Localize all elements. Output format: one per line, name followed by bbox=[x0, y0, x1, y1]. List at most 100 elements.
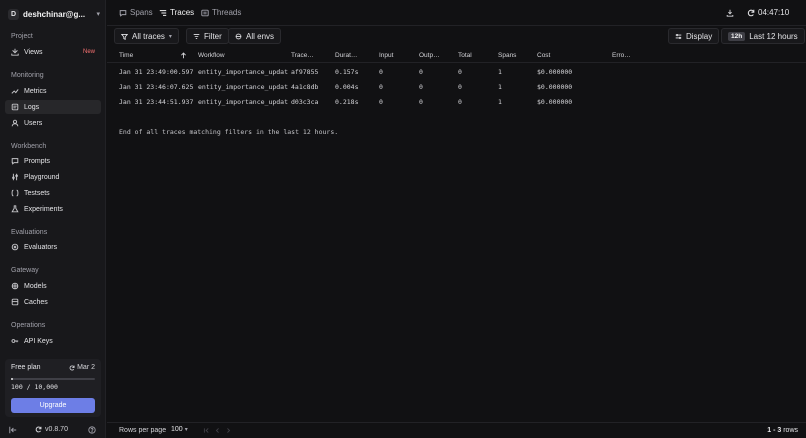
tab-traces[interactable]: Traces bbox=[159, 8, 194, 17]
column-header-time[interactable]: Time bbox=[119, 52, 133, 59]
column-header-trace[interactable]: Trace… bbox=[291, 52, 314, 59]
cell-total: 0 bbox=[458, 83, 462, 91]
chevron-down-icon: ▾ bbox=[96, 11, 100, 18]
time-range-chip: 12h bbox=[728, 31, 746, 41]
column-header-input[interactable]: Input bbox=[379, 52, 393, 59]
sidebar-item-label: Evaluators bbox=[24, 243, 58, 251]
all-traces-label: All traces bbox=[132, 31, 165, 41]
refresh-icon bbox=[35, 426, 42, 433]
environment-icon bbox=[235, 33, 242, 39]
sidebar-item-caches[interactable]: Caches bbox=[5, 295, 101, 309]
sidebar-item-label: API Keys bbox=[24, 337, 53, 345]
model-icon bbox=[11, 282, 19, 290]
display-button[interactable]: Display bbox=[668, 28, 720, 44]
cell-duration: 0.218s bbox=[335, 98, 359, 106]
sidebar-item-playground[interactable]: Playground bbox=[5, 170, 101, 184]
sidebar-item-views[interactable]: Views New bbox=[5, 45, 101, 59]
tab-spans[interactable]: Spans bbox=[119, 8, 153, 17]
cell-trace-id: 4a1c8db bbox=[291, 83, 319, 91]
refresh-icon bbox=[747, 9, 755, 16]
cell-workflow: entity_importance_update.t bbox=[198, 83, 288, 91]
sliders-icon bbox=[11, 173, 19, 181]
table-header: Time Workflow Trace… Durat… Input Outp… … bbox=[107, 48, 806, 63]
sidebar-item-label: Experiments bbox=[24, 205, 63, 213]
cell-input: 0 bbox=[379, 98, 383, 106]
filter-toolbar: All traces ▾ Filter All envs Display 12h… bbox=[107, 26, 806, 47]
section-title-gateway: Gateway bbox=[11, 267, 39, 274]
plan-usage-text: 100 / 10,000 bbox=[11, 383, 58, 391]
sidebar-item-prompts[interactable]: Prompts bbox=[5, 154, 101, 168]
help-icon[interactable] bbox=[88, 426, 96, 434]
prev-page-icon[interactable] bbox=[214, 427, 221, 434]
sort-arrow-up-icon[interactable] bbox=[180, 52, 187, 59]
sidebar: D deshchinar@g... ▾ Project Views New Mo… bbox=[0, 0, 106, 438]
time-range-label: Last 12 hours bbox=[749, 31, 798, 41]
cell-trace-id: af97855 bbox=[291, 68, 319, 76]
all-envs-button[interactable]: All envs bbox=[228, 28, 282, 44]
cell-time: Jan 31 23:46:07.625 bbox=[119, 83, 194, 91]
sidebar-item-users[interactable]: Users bbox=[5, 116, 101, 130]
app-window: D deshchinar@g... ▾ Project Views New Mo… bbox=[0, 0, 806, 438]
column-header-output[interactable]: Outp… bbox=[419, 52, 440, 59]
collapse-sidebar-icon[interactable] bbox=[9, 426, 17, 434]
refresh-clock[interactable]: 04:47:10 bbox=[747, 8, 789, 17]
plan-name: Free plan bbox=[11, 364, 41, 371]
sidebar-item-experiments[interactable]: Experiments bbox=[5, 202, 101, 216]
testset-icon bbox=[11, 189, 19, 197]
sidebar-item-evaluators[interactable]: Evaluators bbox=[5, 240, 101, 254]
traces-icon bbox=[159, 9, 167, 16]
cell-output: 0 bbox=[419, 98, 423, 106]
key-icon bbox=[11, 337, 19, 345]
rows-per-page-select[interactable]: 100 ▾ bbox=[171, 426, 188, 433]
section-title-project: Project bbox=[11, 33, 33, 40]
table-row[interactable]: Jan 31 23:44:51.937 entity_importance_up… bbox=[107, 94, 806, 109]
sidebar-item-label: Caches bbox=[24, 298, 48, 306]
sidebar-item-label: Users bbox=[24, 119, 43, 127]
table-row[interactable]: Jan 31 23:49:00.597 entity_importance_up… bbox=[107, 64, 806, 79]
sidebar-item-logs[interactable]: Logs bbox=[5, 100, 101, 114]
plan-renewal-date: Mar 2 bbox=[77, 364, 95, 371]
org-switcher[interactable]: D deshchinar@g... ▾ bbox=[8, 7, 100, 21]
cell-total: 0 bbox=[458, 98, 462, 106]
cell-output: 0 bbox=[419, 68, 423, 76]
filter-button[interactable]: Filter bbox=[186, 28, 229, 44]
top-bar: Spans Traces Threads 04:47:10 bbox=[107, 0, 806, 26]
table-row[interactable]: Jan 31 23:46:07.625 entity_importance_up… bbox=[107, 79, 806, 94]
chevron-down-icon: ▾ bbox=[184, 427, 188, 433]
sidebar-item-testsets[interactable]: Testsets bbox=[5, 186, 101, 200]
column-header-total[interactable]: Total bbox=[458, 52, 472, 59]
cell-output: 0 bbox=[419, 83, 423, 91]
sidebar-item-label: Metrics bbox=[24, 87, 47, 95]
first-page-icon[interactable] bbox=[203, 427, 210, 434]
upgrade-button[interactable]: Upgrade bbox=[11, 398, 95, 413]
cell-time: Jan 31 23:49:00.597 bbox=[119, 68, 194, 76]
version-info[interactable]: v0.8.70 bbox=[35, 426, 68, 433]
time-range-button[interactable]: 12h Last 12 hours bbox=[721, 28, 805, 44]
filter-label: Filter bbox=[204, 31, 222, 41]
all-traces-dropdown[interactable]: All traces ▾ bbox=[114, 28, 179, 44]
section-title-evaluations: Evaluations bbox=[11, 229, 48, 236]
column-header-duration[interactable]: Durat… bbox=[335, 52, 357, 59]
cell-total: 0 bbox=[458, 68, 462, 76]
end-of-results-note: End of all traces matching filters in th… bbox=[119, 128, 339, 136]
row-count: 1 - 3 rows bbox=[767, 427, 798, 434]
column-header-spans[interactable]: Spans bbox=[498, 52, 516, 59]
cell-workflow: entity_importance_update.t bbox=[198, 68, 288, 76]
sidebar-item-api-keys[interactable]: API Keys bbox=[5, 334, 101, 348]
chart-line-icon bbox=[11, 87, 19, 95]
row-range: 1 - 3 bbox=[767, 427, 782, 434]
download-icon[interactable] bbox=[726, 9, 734, 17]
plan-card: Free plan Mar 2 100 / 10,000 Upgrade bbox=[5, 359, 101, 417]
sidebar-item-metrics[interactable]: Metrics bbox=[5, 84, 101, 98]
column-header-errors[interactable]: Erro… bbox=[612, 52, 631, 59]
tab-threads[interactable]: Threads bbox=[201, 8, 241, 17]
org-name: deshchinar@g... bbox=[23, 9, 86, 19]
cell-cost: $0.000000 bbox=[537, 83, 573, 91]
column-header-workflow[interactable]: Workflow bbox=[198, 52, 225, 59]
plan-renewal: Mar 2 bbox=[69, 364, 95, 371]
column-header-cost[interactable]: Cost bbox=[537, 52, 550, 59]
plan-usage-bar bbox=[11, 378, 95, 380]
next-page-icon[interactable] bbox=[225, 427, 232, 434]
sidebar-item-models[interactable]: Models bbox=[5, 279, 101, 293]
cell-input: 0 bbox=[379, 68, 383, 76]
